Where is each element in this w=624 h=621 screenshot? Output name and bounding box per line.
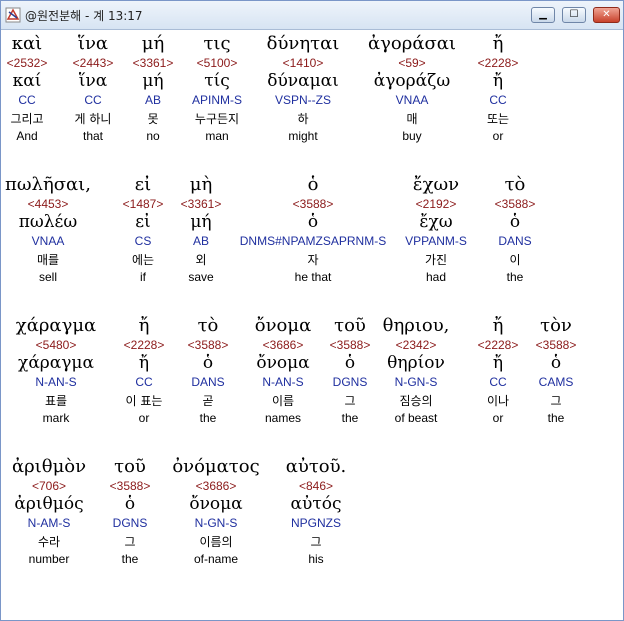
word-parse: CAMS [538,375,574,389]
word-strong: <3588> [535,338,577,352]
word-lemma: ἤ [492,71,504,91]
word-korean: 이 [509,253,521,267]
word-greek: αὐτοῦ. [285,456,347,477]
word-parse: CC [489,93,507,107]
word-korean: 또는 [486,112,510,126]
word-english: or [492,129,504,143]
word-column[interactable]: τὸν <3588> ὁ CAMS 그 the [481,315,624,426]
word-column[interactable]: τὸ <3588> ὁ DANS 이 the [440,174,590,285]
maximize-button[interactable]: ☐ [562,7,586,23]
word-korean: 그 [310,535,322,549]
minimize-icon: ▁ [539,9,547,20]
interlinear-view: καὶ <2532> καί CC 그리고 And ἵνα <2443> ἵνα CC 게 하니 th… [3,30,619,614]
word-strong: <3588> [494,197,536,211]
close-icon: ✕ [602,9,611,20]
close-button[interactable]: ✕ [593,7,620,23]
word-column[interactable]: ἤ <2228> ἤ CC 또는 or [423,33,573,144]
word-greek: τὸν [540,315,572,336]
word-english: the [547,411,565,425]
word-english: his [308,552,324,566]
word-column[interactable]: αὐτοῦ. <846> αὐτός NPGNZS 그 his [241,456,391,567]
word-korean: 그 [550,394,562,408]
maximize-icon: ☐ [569,9,579,20]
title-bar[interactable]: @원전분해 - 계 13:17 ▁ ☐ ✕ [1,1,623,30]
word-lemma: αὐτός [290,494,342,514]
word-parse: NPGNZS [290,516,341,530]
word-greek: τὸ [504,174,526,195]
app-window: @원전분해 - 계 13:17 ▁ ☐ ✕ καὶ <2532> καί CC 그리고 A… [0,0,624,621]
word-lemma: ὁ [550,353,562,373]
window-title: @원전분해 - 계 13:17 [25,9,143,23]
app-logo-icon [5,7,21,23]
word-strong: <2228> [477,56,519,70]
minimize-button[interactable]: ▁ [531,7,555,23]
word-strong: <846> [298,479,334,493]
word-english: the [506,270,524,284]
word-lemma: ὁ [509,212,521,232]
word-parse: DANS [498,234,532,248]
word-greek: ἤ [492,33,504,54]
